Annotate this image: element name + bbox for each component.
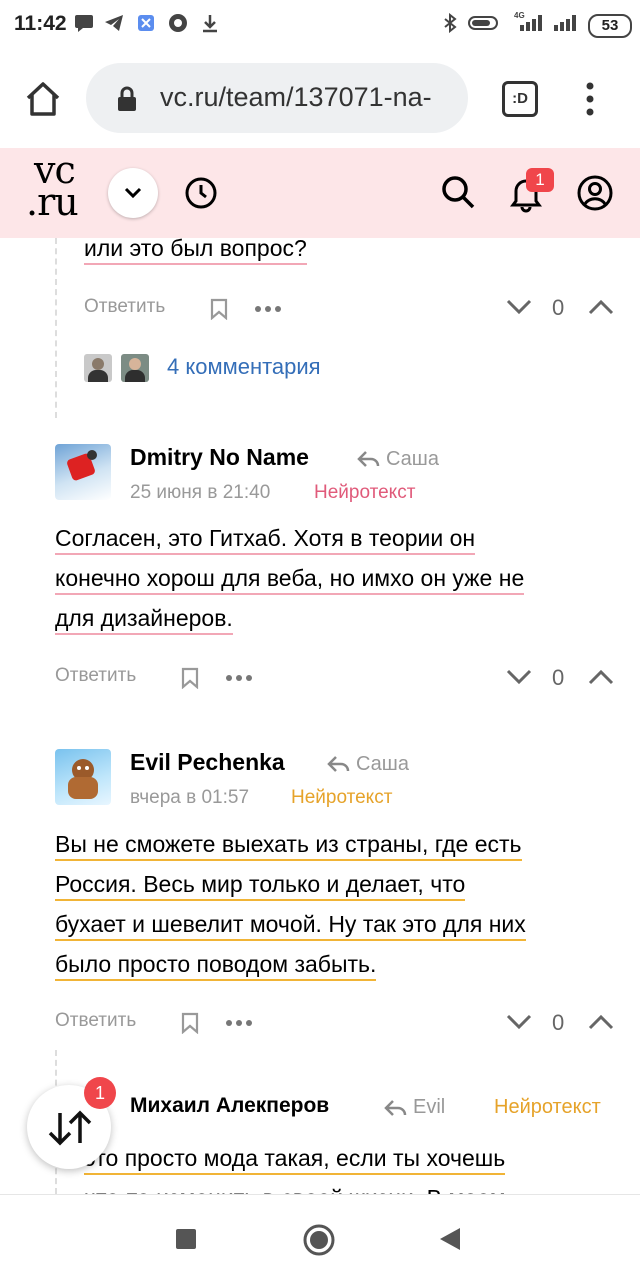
sort-arrows-icon: [48, 1110, 92, 1146]
app-icon: [138, 15, 154, 31]
message-icon: [75, 15, 93, 32]
avatar[interactable]: [55, 444, 111, 500]
comment-text: это просто мода такая, если ты хочешь чт…: [84, 1138, 506, 1194]
reply-avatar-1: [84, 354, 112, 382]
comment-text: Согласен, это Гитхаб. Хотя в теории он к…: [55, 518, 525, 638]
reply-to-name[interactable]: Саша: [356, 753, 409, 776]
back-button[interactable]: [438, 1226, 462, 1252]
vpn-icon: [169, 14, 187, 32]
bookmark-icon[interactable]: [180, 667, 200, 689]
vote-down-icon[interactable]: [505, 667, 533, 687]
signal-2-icon: [554, 15, 576, 31]
url-text: vc.ru/team/137071-na-: [160, 82, 432, 112]
prev-comment-text: или это был вопрос?: [84, 228, 307, 268]
browser-toolbar: vc.ru/team/137071-na- :D: [0, 50, 640, 148]
vote-up-icon[interactable]: [587, 1012, 615, 1032]
site-logo[interactable]: vc .ru: [26, 151, 79, 221]
lock-icon: [118, 86, 136, 111]
reply-button[interactable]: Ответить: [55, 1010, 136, 1032]
signal-icon: [520, 15, 542, 31]
battery-indicator: 53: [588, 14, 632, 38]
prev-reply-button[interactable]: Ответить: [84, 296, 165, 318]
vote-up-icon[interactable]: [587, 297, 615, 317]
status-time: 11:42: [14, 12, 67, 35]
comment-date[interactable]: 25 июня в 21:40: [130, 482, 270, 504]
notifications-badge: 1: [526, 168, 554, 192]
download-icon: [203, 15, 217, 33]
replies-link[interactable]: 4 комментария: [167, 354, 321, 380]
thread-line: [55, 238, 57, 418]
toggle-icon: [468, 16, 498, 30]
reply-button[interactable]: Ответить: [55, 665, 136, 687]
home-icon[interactable]: [24, 80, 62, 118]
profile-icon[interactable]: [576, 174, 614, 212]
comment-date[interactable]: вчера в 01:57: [130, 787, 249, 809]
recents-button[interactable]: [176, 1229, 196, 1249]
telegram-icon: [105, 15, 123, 31]
vote-up-icon[interactable]: [587, 667, 615, 687]
reply-avatar-2: [121, 354, 149, 382]
neurotext-tag: Нейротекст: [494, 1096, 601, 1118]
reply-arrow-icon: [384, 1100, 407, 1116]
search-icon[interactable]: [440, 174, 476, 210]
comment-author[interactable]: Михаил Алекперов: [130, 1094, 329, 1118]
fab-badge: 1: [84, 1077, 116, 1109]
neurotext-tag: Нейротекст: [314, 482, 416, 503]
tabs-button[interactable]: :D: [502, 81, 538, 117]
reply-arrow-icon: [357, 451, 380, 467]
bookmark-icon[interactable]: [180, 1012, 200, 1034]
status-bar: 11:42 4G 53: [0, 0, 640, 50]
address-bar[interactable]: vc.ru/team/137071-na-: [86, 63, 468, 133]
comment-author[interactable]: Evil Pechenka: [130, 749, 285, 776]
clock-icon[interactable]: [184, 176, 218, 210]
menu-dropdown-button[interactable]: [108, 168, 158, 218]
more-icon[interactable]: [225, 1018, 253, 1028]
more-icon[interactable]: [225, 673, 253, 683]
vote-score: 0: [552, 1010, 565, 1035]
vote-score: 0: [552, 665, 565, 690]
vote-score: 0: [552, 295, 565, 320]
chevron-down-icon: [124, 187, 142, 199]
avatar[interactable]: [55, 749, 111, 805]
home-button[interactable]: [302, 1223, 336, 1257]
reply-to-name[interactable]: Саша: [386, 448, 439, 471]
bluetooth-icon: [444, 13, 457, 33]
vote-down-icon[interactable]: [505, 297, 533, 317]
comment-author[interactable]: Dmitry No Name: [130, 444, 309, 471]
more-icon[interactable]: [254, 304, 282, 314]
bookmark-icon[interactable]: [209, 298, 229, 320]
system-nav-bar: [0, 1194, 640, 1281]
neurotext-tag: Нейротекст: [291, 787, 393, 808]
more-vert-icon[interactable]: [580, 80, 600, 118]
reply-arrow-icon: [327, 756, 350, 772]
reply-to-name[interactable]: Evil: [413, 1096, 445, 1119]
site-header: vc .ru 1: [0, 148, 640, 238]
comment-text: Вы не сможете выехать из страны, где ест…: [55, 824, 526, 984]
vote-down-icon[interactable]: [505, 1012, 533, 1032]
